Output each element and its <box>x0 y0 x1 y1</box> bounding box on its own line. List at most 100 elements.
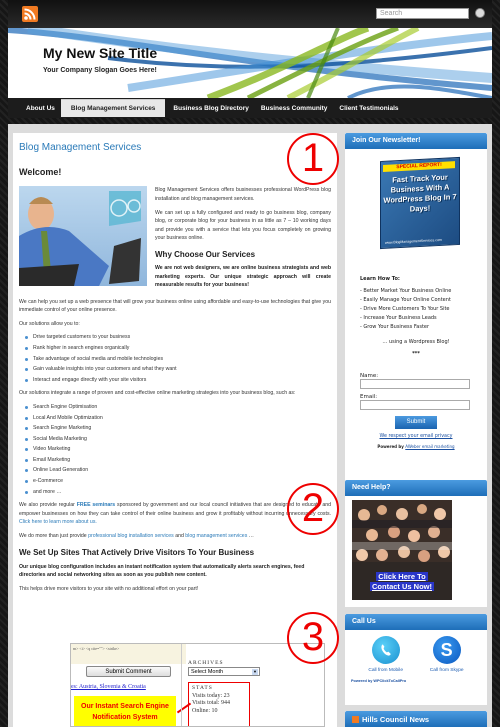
services-paragraph: We do more than just provide professiona… <box>19 532 331 541</box>
call-from-mobile[interactable]: Call from Mobile <box>368 636 403 673</box>
drive-visitors-paragraph-2: This helps drive more visitors to your s… <box>19 585 199 592</box>
email-privacy-link[interactable]: We respect your email privacy <box>345 434 487 439</box>
seminars-paragraph: We also provide regular FREE seminars sp… <box>19 501 331 527</box>
blog-management-link[interactable]: blog management services <box>185 533 247 539</box>
need-help-title: Need Help? <box>345 480 487 496</box>
annotation-marker-2: 2 <box>287 483 339 535</box>
embedded-blog-screenshot: m> <i> <q cite=""> <strike> Submit Comme… <box>70 643 325 727</box>
services-text-mid: and <box>173 532 186 539</box>
using-wordpress-text: … using a Wordpress Blog! <box>382 339 450 345</box>
intro-paragraph-2: We can set up a fully configured and rea… <box>155 209 331 242</box>
blog-installation-link[interactable]: professional blog installation services <box>88 533 174 539</box>
learn-item: - Drive More Customers To Your Site <box>360 306 450 312</box>
need-help-widget: Need Help? Click Here To Contact Us Now! <box>345 480 487 607</box>
contact-us-banner[interactable]: Click Here To Contact Us Now! <box>352 500 452 600</box>
stars-divider: *** <box>412 351 420 357</box>
call-us-widget: Call Us Call from Mobile S Call from Sky… <box>345 614 487 705</box>
learn-more-link[interactable]: Click here to learn more about us. <box>19 519 97 525</box>
newsletter-title: Join Our Newsletter! <box>345 133 487 149</box>
submit-comment-button: Submit Comment <box>86 666 171 677</box>
site-title[interactable]: My New Site Title <box>43 45 157 61</box>
list-item: Take advantage of social media and mobil… <box>19 355 331 364</box>
ebook-cover-image: SPECIAL REPORT! Fast Track Your Business… <box>380 156 460 250</box>
email-input[interactable] <box>360 400 470 410</box>
header-swoosh-graphic <box>8 28 492 98</box>
call-options: Call from Mobile S Call from Skype <box>345 630 487 673</box>
nav-item-business-community[interactable]: Business Community <box>261 105 327 112</box>
why-choose-text: We are not web designers, we are online … <box>155 265 331 289</box>
archives-select: Select Month ▼ <box>188 667 260 676</box>
powered-by-aweber: Powered by AWeber email marketing <box>345 444 487 449</box>
name-input[interactable] <box>360 379 470 389</box>
newsletter-body: Learn How To: - Better Market Your Busin… <box>345 275 487 449</box>
visits-total: Visits total: 944 <box>192 700 230 706</box>
list-item: Drive targeted customers to your busines… <box>19 333 331 342</box>
solutions-list: Drive targeted customers to your busines… <box>19 333 331 384</box>
contact-us-cta[interactable]: Click Here To Contact Us Now! <box>356 572 448 592</box>
nav-item-blog-management-services[interactable]: Blog Management Services <box>60 99 166 117</box>
drive-visitors-heading: We Set Up Sites That Actively Drive Visi… <box>19 548 255 558</box>
list-item: Rank higher in search engines organicall… <box>19 344 331 353</box>
call-from-skype[interactable]: S Call from Skype <box>430 636 464 673</box>
hills-council-news-title[interactable]: Hills Council News <box>362 715 429 724</box>
annotation-marker-1: 1 <box>287 133 339 185</box>
call-from-skype-label: Call from Skype <box>429 668 464 673</box>
search-icon[interactable] <box>475 8 485 18</box>
why-choose-heading: Why Choose Our Services <box>155 249 256 259</box>
list-item: Email Marketing <box>19 456 331 465</box>
search-input[interactable]: Search <box>376 8 469 19</box>
call-us-title: Call Us <box>345 614 487 630</box>
rss-icon[interactable] <box>22 6 38 22</box>
list-item: Video Marketing <box>19 445 331 454</box>
intro-paragraph-1: Blog Management Services offers business… <box>155 187 331 202</box>
list-item: Search Engine Marketing <box>19 424 331 433</box>
list-item: Search Engine Optimisation <box>19 403 331 412</box>
list-item: Interact and engage directly with your s… <box>19 376 331 385</box>
powered-by-wpclicktocallpro[interactable]: Powered by WPClickToCallPro <box>345 673 487 683</box>
stats-box: STATS Visits today: 23 Visits total: 944… <box>188 682 250 726</box>
services-text-post: … <box>247 532 254 539</box>
rss-icon[interactable] <box>352 715 359 723</box>
site-header: My New Site Title Your Company Slogan Go… <box>8 28 492 98</box>
services-text-pre: We do more than just provide <box>19 532 89 539</box>
ebook-title: Fast Track Your Business With A WordPres… <box>383 172 457 214</box>
page-title: Blog Management Services <box>19 142 142 153</box>
list-item: and more … <box>19 488 331 497</box>
free-seminars-link[interactable]: FREE seminars <box>77 502 115 508</box>
allowed-tags-text: m> <i> <q cite=""> <strike> <box>71 644 186 664</box>
newsletter-submit-button[interactable]: Submit <box>395 416 437 429</box>
archives-label: ARCHIVES <box>188 660 224 666</box>
hills-council-news-header: Hills Council News <box>345 711 487 727</box>
learn-item: - Grow Your Business Faster <box>360 324 430 330</box>
welcome-heading: Welcome! <box>19 166 62 177</box>
stats-title: STATS <box>192 685 213 691</box>
intro-text: Blog Management Services offers business… <box>155 186 331 294</box>
cta-line-2: Contact Us Now! <box>370 582 434 591</box>
nav-item-client-testimonials[interactable]: Client Testimonials <box>339 105 398 112</box>
chevron-down-icon: ▼ <box>252 669 258 675</box>
strategies-intro: Our solutions integrate a range of prove… <box>19 390 296 397</box>
hills-council-news-widget: Hills Council News <box>345 711 487 727</box>
powered-by-text: Powered by <box>377 444 406 449</box>
list-item: Local And Mobile Optimization <box>19 414 331 423</box>
web-presence-paragraph: We can help you set up a web presence th… <box>19 298 331 314</box>
hero-image-businessman <box>19 186 147 287</box>
post-link: es: Austria, Slovenia & Croatia <box>71 684 146 690</box>
phone-icon <box>371 636 400 664</box>
main-nav: About Us Blog Management Services Busine… <box>8 98 492 118</box>
strategies-list: Search Engine Optimisation Local And Mob… <box>19 403 331 496</box>
intro-section: Blog Management Services offers business… <box>19 186 331 294</box>
ebook-tag: SPECIAL REPORT! <box>383 161 455 172</box>
learn-heading: Learn How To: <box>360 276 400 282</box>
learn-item: - Increase Your Business Leads <box>360 315 437 321</box>
nav-item-about-us[interactable]: About Us <box>26 105 55 112</box>
aweber-link[interactable]: AWeber email marketing <box>405 444 454 449</box>
nav-item-business-blog-directory[interactable]: Business Blog Directory <box>173 105 249 112</box>
seminars-text-pre: We also provide regular <box>19 502 77 509</box>
divider <box>181 644 182 726</box>
call-from-mobile-label: Call from Mobile <box>368 668 404 673</box>
archives-select-value: Select Month <box>191 669 224 675</box>
list-item: Gain valuable insights into your custome… <box>19 365 331 374</box>
drive-visitors-text: Our unique blog configuration includes a… <box>19 563 305 579</box>
solutions-intro: Our solutions allow you to: <box>19 320 80 327</box>
